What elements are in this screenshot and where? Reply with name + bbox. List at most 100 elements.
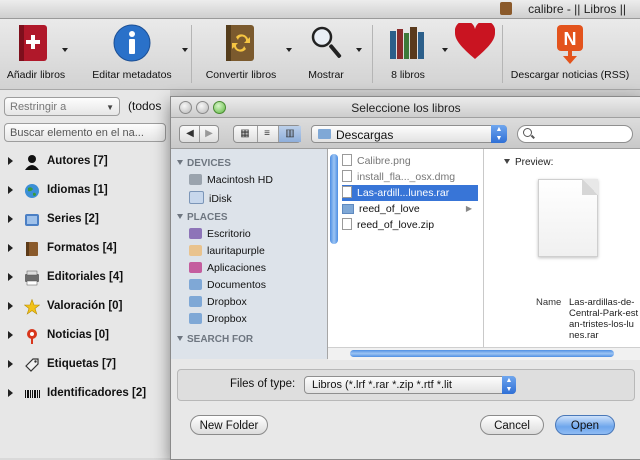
- add-books-button[interactable]: Añadir libros: [0, 19, 72, 89]
- name-value: Las-ardillas-de-Central-Park-estan-trist…: [569, 297, 639, 341]
- places-header[interactable]: PLACES: [177, 212, 228, 223]
- tree-item-languages[interactable]: Idiomas [1]: [0, 181, 170, 201]
- view-mode-control: ▦ ≡ ▥: [233, 125, 301, 143]
- icon-view-icon[interactable]: ▦: [236, 126, 254, 142]
- convert-books-button[interactable]: Convertir libros: [198, 19, 292, 89]
- files-of-type-value: Libros (*.lrf *.rar *.zip *.rtf *.lit: [312, 379, 452, 391]
- news-icon: N: [557, 25, 583, 64]
- new-folder-button[interactable]: New Folder: [190, 415, 268, 435]
- series-icon: [25, 214, 39, 226]
- document-preview-icon: [538, 179, 598, 257]
- column-view-icon[interactable]: ▥: [278, 126, 301, 142]
- home-icon: [189, 245, 202, 256]
- heart-icon: [455, 23, 495, 59]
- expand-arrow-icon[interactable]: [8, 331, 13, 339]
- tree-item-label: Editoriales [4]: [47, 271, 124, 283]
- donate-button[interactable]: [452, 19, 498, 89]
- dialog-title-bar: Seleccione los libros: [171, 97, 640, 118]
- search-input[interactable]: [536, 127, 630, 143]
- library-button[interactable]: 8 libros: [378, 19, 448, 89]
- expand-arrow-icon[interactable]: [8, 302, 13, 310]
- chevron-down-icon[interactable]: [286, 48, 292, 52]
- sidebar-item-macintosh-hd[interactable]: Macintosh HD: [189, 174, 273, 186]
- dialog-title: Seleccione los libros: [351, 101, 461, 115]
- location-dropdown[interactable]: Descargas ▲ ▼: [311, 125, 507, 143]
- file-icon: [342, 154, 352, 166]
- sidebar-item-idisk[interactable]: iDisk: [189, 191, 232, 205]
- person-icon: [25, 155, 39, 170]
- tree-item-identifiers[interactable]: Identificadores [2]: [0, 384, 170, 404]
- file-item-selected-rar[interactable]: Las-ardill...lunes.rar: [342, 185, 478, 201]
- dropbox-folder-icon: [189, 313, 202, 324]
- search-for-header[interactable]: SEARCH FOR: [177, 334, 253, 345]
- sidebar-item-dropbox[interactable]: Dropbox: [189, 296, 247, 308]
- expand-arrow-icon[interactable]: [8, 273, 13, 281]
- tree-item-authors[interactable]: Autores [7]: [0, 152, 170, 172]
- hard-disk-icon: [189, 174, 202, 185]
- file-item-install-dmg[interactable]: install_fla..._osx.dmg: [342, 169, 478, 185]
- expand-arrow-icon[interactable]: [8, 360, 13, 368]
- search-field[interactable]: [517, 125, 633, 143]
- chevron-down-icon: ▼: [106, 103, 114, 112]
- tree-item-label: Valoración [0]: [47, 300, 123, 312]
- restrict-combo[interactable]: Restringir a ▼: [4, 97, 120, 116]
- sidebar-item-escritorio[interactable]: Escritorio: [189, 228, 251, 240]
- expand-arrow-icon[interactable]: [8, 215, 13, 223]
- files-of-type-dropdown[interactable]: Libros (*.lrf *.rar *.zip *.rtf *.lit ▲ ▼: [304, 376, 516, 394]
- forward-arrow-icon[interactable]: ▶: [199, 126, 218, 142]
- file-icon: [342, 186, 352, 198]
- expand-arrow-icon[interactable]: [8, 244, 13, 252]
- expand-arrow-icon[interactable]: [8, 186, 13, 194]
- chevron-down-icon[interactable]: [356, 48, 362, 52]
- expand-arrow-icon[interactable]: [8, 389, 13, 397]
- applications-icon: [189, 262, 202, 273]
- fetch-news-button[interactable]: N Descargar noticias (RSS): [508, 19, 632, 89]
- tree-item-rating[interactable]: Valoración [0]: [0, 297, 170, 317]
- tree-item-series[interactable]: Series [2]: [0, 210, 170, 230]
- preview-column: Preview: Name Las-ardillas-de-Central-Pa…: [484, 149, 640, 359]
- chevron-down-icon[interactable]: [182, 48, 188, 52]
- dialog-toolbar: ◀ ▶ ▦ ≡ ▥ Descargas ▲ ▼: [171, 118, 640, 149]
- globe-icon: [25, 184, 39, 198]
- window-title-bar: calibre - || Libros ||: [0, 0, 640, 19]
- back-forward-control: ◀ ▶: [179, 125, 219, 143]
- file-type-box: Files of type: Libros (*.lrf *.rar *.zip…: [177, 369, 635, 401]
- back-arrow-icon[interactable]: ◀: [181, 126, 199, 142]
- open-button[interactable]: Open: [555, 415, 615, 435]
- sidebar-item-documentos[interactable]: Documentos: [189, 279, 266, 291]
- tree-item-tags[interactable]: Etiquetas [7]: [0, 355, 170, 375]
- tag-search-placeholder: Buscar elemento en el na...: [10, 127, 144, 139]
- cancel-button[interactable]: Cancel: [480, 415, 544, 435]
- svg-text:N: N: [564, 29, 577, 49]
- devices-header[interactable]: DEVICES: [177, 158, 231, 169]
- file-icon: [342, 218, 352, 230]
- file-item-reed-of-love-zip[interactable]: reed_of_love.zip: [342, 217, 478, 233]
- toolbar-divider: [191, 25, 192, 83]
- idisk-icon: [189, 191, 204, 204]
- vertical-scrollbar[interactable]: [330, 154, 338, 244]
- chevron-down-icon[interactable]: [62, 48, 68, 52]
- folder-item-reed-of-love[interactable]: reed_of_love ▶: [342, 201, 478, 217]
- tree-item-formats[interactable]: Formatos [4]: [0, 239, 170, 259]
- edit-metadata-button[interactable]: Editar metadatos: [84, 19, 188, 89]
- tree-item-label: Etiquetas [7]: [47, 358, 117, 370]
- sidebar-item-dropbox-2[interactable]: Dropbox: [189, 313, 247, 325]
- scrollbar-thumb[interactable]: [350, 350, 614, 357]
- main-toolbar: Añadir libros Editar metadatos Convertir…: [0, 19, 640, 90]
- expand-arrow-icon[interactable]: [8, 157, 13, 165]
- chevron-down-icon[interactable]: [442, 48, 448, 52]
- view-label: Mostrar: [308, 69, 344, 81]
- horizontal-scrollbar[interactable]: [328, 347, 640, 360]
- folder-icon: [318, 129, 331, 139]
- tree-item-publishers[interactable]: Editoriales [4]: [0, 268, 170, 288]
- sidebar-item-aplicaciones[interactable]: Aplicaciones: [189, 262, 266, 274]
- view-button[interactable]: Mostrar: [296, 19, 362, 89]
- tree-item-news[interactable]: Noticias [0]: [0, 326, 170, 346]
- tag-search-input[interactable]: Buscar elemento en el na...: [4, 123, 166, 142]
- calibre-app-icon: [500, 2, 512, 15]
- file-icon: [342, 170, 352, 182]
- file-item-calibre-png[interactable]: Calibre.png: [342, 153, 478, 169]
- list-view-icon[interactable]: ≡: [257, 126, 276, 142]
- tree-item-label: Noticias [0]: [47, 329, 109, 341]
- sidebar-item-home[interactable]: lauritapurple: [189, 245, 265, 257]
